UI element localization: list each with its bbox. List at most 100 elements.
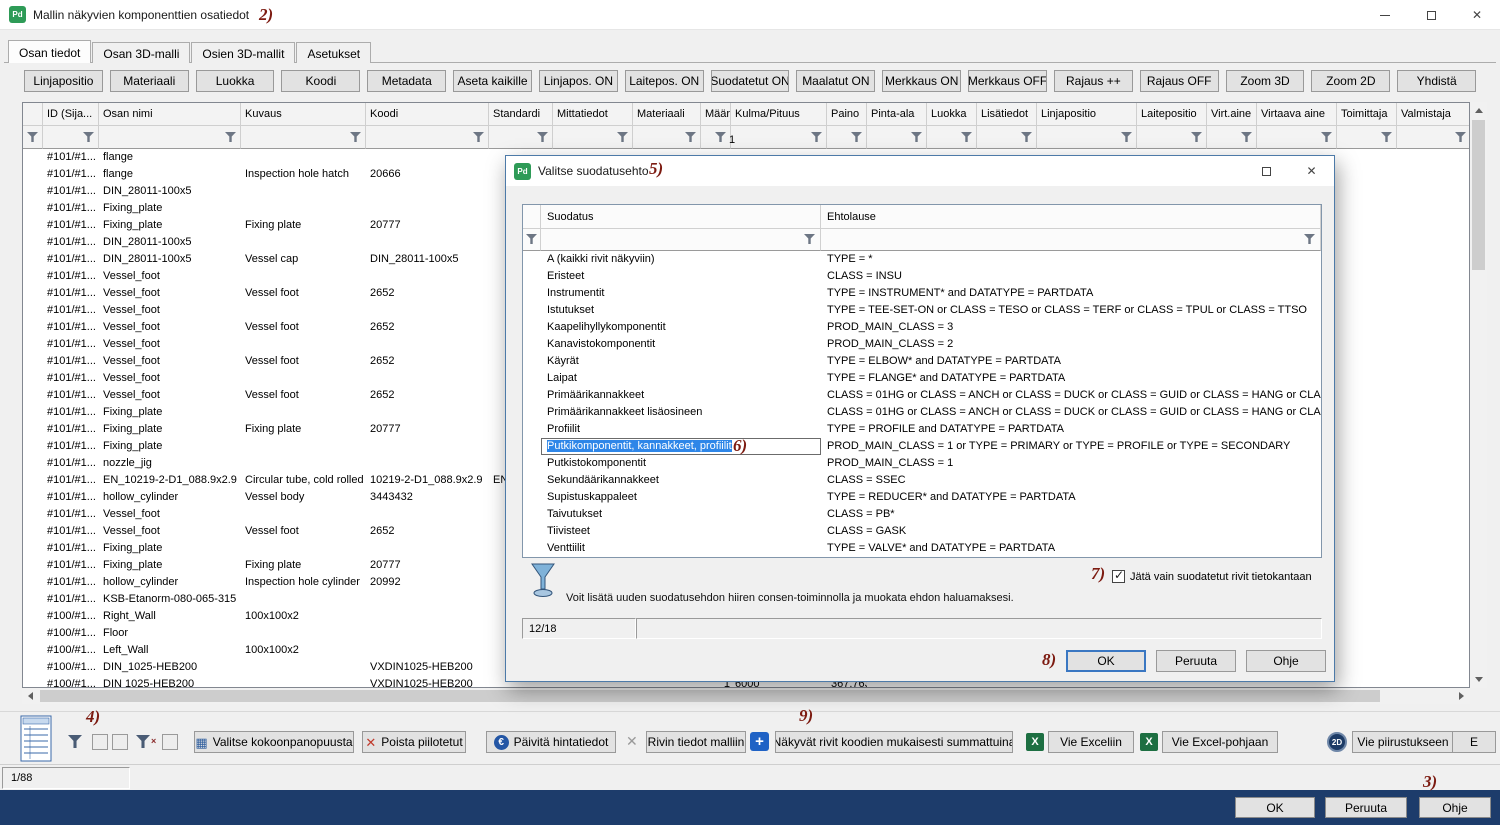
filter-tool-icon[interactable] xyxy=(68,735,82,748)
horizontal-scroll-thumb[interactable] xyxy=(40,690,1380,702)
column-header[interactable]: Koodi xyxy=(366,103,489,126)
column-filter-cell[interactable] xyxy=(1257,126,1337,149)
filter-funnel-icon[interactable] xyxy=(473,132,484,142)
filter-funnel-icon[interactable] xyxy=(1121,132,1132,142)
row-selector-cell[interactable] xyxy=(23,370,43,387)
column-header[interactable]: Linjapositio xyxy=(1037,103,1137,126)
filter-rule-row[interactable]: Profiilit TYPE = PROFILE and DATATYPE = … xyxy=(523,421,1321,438)
column-header[interactable]: Laitepositio xyxy=(1137,103,1207,126)
filter-funnel-icon[interactable] xyxy=(1191,132,1202,142)
filter-funnel-icon[interactable] xyxy=(715,132,726,142)
footer-peruuta-button[interactable]: Peruuta xyxy=(1325,797,1407,818)
row-selector-cell[interactable] xyxy=(23,387,43,404)
filter-rule-row[interactable]: Supistuskappaleet TYPE = REDUCER* and DA… xyxy=(523,489,1321,506)
row-selector-cell[interactable] xyxy=(23,234,43,251)
filter-funnel-icon[interactable] xyxy=(1381,132,1392,142)
column-filter-cell[interactable] xyxy=(1037,126,1137,149)
column-header[interactable]: Osan nimi xyxy=(99,103,241,126)
toolbar-button[interactable]: Merkkaus OFF xyxy=(968,70,1047,92)
column-header[interactable]: Mittatiedot xyxy=(553,103,633,126)
filter-funnel-icon[interactable] xyxy=(804,234,815,244)
tab[interactable]: Osan 3D-malli xyxy=(92,42,190,63)
footer-ohje-button[interactable]: Ohje xyxy=(1419,797,1491,818)
filter-rule-row[interactable]: Istutukset TYPE = TEE-SET-ON or CLASS = … xyxy=(523,302,1321,319)
column-filter-cell[interactable] xyxy=(731,126,827,149)
toolbar-button[interactable]: Laitepos. ON xyxy=(625,70,704,92)
close-button[interactable]: ✕ xyxy=(1454,0,1500,30)
row-selector-cell[interactable] xyxy=(23,438,43,455)
filter-funnel-icon[interactable] xyxy=(1304,234,1315,244)
filter-funnel-icon[interactable] xyxy=(537,132,548,142)
column-header[interactable]: Materiaali xyxy=(633,103,701,126)
filter-rule-row[interactable]: Eristeet CLASS = INSU xyxy=(523,268,1321,285)
clear-filter-icon[interactable]: × xyxy=(136,735,156,748)
row-selector-cell[interactable] xyxy=(23,183,43,200)
dialog-ohje-button[interactable]: Ohje xyxy=(1246,650,1326,672)
column-header[interactable]: Luokka xyxy=(927,103,977,126)
column-filter-cell[interactable] xyxy=(977,126,1037,149)
row-selector-cell[interactable] xyxy=(23,166,43,183)
column-header[interactable]: Virtaava aine xyxy=(1257,103,1337,126)
maximize-button[interactable] xyxy=(1408,0,1454,30)
footer-ok-button[interactable]: OK xyxy=(1235,797,1315,818)
column-header[interactable]: Kuvaus xyxy=(241,103,366,126)
row-selector-cell[interactable] xyxy=(23,319,43,336)
filter-funnel-icon[interactable] xyxy=(1241,132,1252,142)
row-selector-cell[interactable] xyxy=(23,625,43,642)
valitse-kokoonpanopuusta-button[interactable]: ▦ Valitse kokoonpanopuusta xyxy=(194,731,354,753)
column-filter-cell[interactable] xyxy=(489,126,553,149)
filter-rule-row[interactable]: Primäärikannakkeet lisäosineen CLASS = 0… xyxy=(523,404,1321,421)
filter-rule-row[interactable]: Tiivisteet CLASS = GASK xyxy=(523,523,1321,540)
row-selector-cell[interactable] xyxy=(23,574,43,591)
filter-rule-row[interactable]: Putkistokomponentit PROD_MAIN_CLASS = 1 xyxy=(523,455,1321,472)
column-filter-cell[interactable] xyxy=(1137,126,1207,149)
filter-funnel-icon[interactable] xyxy=(350,132,361,142)
filter-rule-name-cell[interactable]: Istutukset xyxy=(541,302,821,319)
filter-rule-name-cell[interactable]: Kanavistokomponentit xyxy=(541,336,821,353)
filter-funnel-icon[interactable] xyxy=(811,132,822,142)
row-selector-cell[interactable] xyxy=(23,353,43,370)
column-filter-cell[interactable] xyxy=(701,126,731,149)
column-filter-cell[interactable] xyxy=(99,126,241,149)
row-selector-cell[interactable] xyxy=(23,149,43,166)
filter-rule-row[interactable]: Putkikomponentit, kannakkeet, profiilit … xyxy=(523,438,1321,455)
scroll-up-button[interactable] xyxy=(1470,102,1487,119)
column-filter-cell[interactable] xyxy=(553,126,633,149)
filter-funnel-icon[interactable] xyxy=(617,132,628,142)
row-selector-cell[interactable] xyxy=(23,608,43,625)
ehtolause-column-header[interactable]: Ehtolause xyxy=(821,205,1321,229)
filter-rule-row[interactable]: Laipat TYPE = FLANGE* and DATATYPE = PAR… xyxy=(523,370,1321,387)
dialog-ok-button[interactable]: OK xyxy=(1066,650,1146,672)
row-selector-cell[interactable] xyxy=(23,523,43,540)
filter-funnel-icon[interactable] xyxy=(27,132,38,142)
scroll-left-button[interactable] xyxy=(22,688,39,704)
filter-option-box-3[interactable] xyxy=(162,734,178,750)
column-header[interactable]: Standardi xyxy=(489,103,553,126)
dialog-peruuta-button[interactable]: Peruuta xyxy=(1156,650,1236,672)
filter-rule-name-cell[interactable]: Käyrät xyxy=(541,353,821,370)
toolbar-button[interactable]: Aseta kaikille xyxy=(453,70,532,92)
vie-excel-pohjaan-button[interactable]: Vie Excel-pohjaan xyxy=(1162,731,1278,753)
toolbar-button[interactable]: Linjapos. ON xyxy=(539,70,618,92)
filter-rule-name-cell[interactable]: Taivutukset xyxy=(541,506,821,523)
toolbar-button[interactable]: Zoom 2D xyxy=(1311,70,1390,92)
filter-funnel-icon[interactable] xyxy=(911,132,922,142)
filter-rule-row[interactable]: Kaapelihyllykomponentit PROD_MAIN_CLASS … xyxy=(523,319,1321,336)
nakyvat-rivit-summattuina-button[interactable]: Näkyvät rivit koodien mukaisesti summatt… xyxy=(775,731,1013,753)
filter-funnel-icon[interactable] xyxy=(961,132,972,142)
filter-rule-name-cell[interactable]: Primäärikannakkeet lisäosineen xyxy=(541,404,821,421)
filter-rule-name-cell[interactable]: Sekundäärikannakkeet xyxy=(541,472,821,489)
column-filter-cell[interactable] xyxy=(23,126,43,149)
column-header[interactable]: Toimittaja xyxy=(1337,103,1397,126)
column-filter-cell[interactable] xyxy=(43,126,99,149)
scroll-right-button[interactable] xyxy=(1453,688,1470,704)
toolbar-button[interactable]: Materiaali xyxy=(110,70,189,92)
column-header[interactable]: Pinta-ala xyxy=(867,103,927,126)
toolbar-button[interactable]: Linjapositio xyxy=(24,70,103,92)
dialog-close-button[interactable]: ✕ xyxy=(1289,156,1334,186)
paivita-hintatiedot-button[interactable]: € Päivitä hintatiedot xyxy=(486,731,616,753)
row-selector-cell[interactable] xyxy=(23,404,43,421)
scroll-down-button[interactable] xyxy=(1470,671,1487,688)
rivin-tiedot-malliin-button[interactable]: Rivin tiedot malliin xyxy=(646,731,746,753)
ehtolause-filter-cell[interactable] xyxy=(821,229,1321,251)
